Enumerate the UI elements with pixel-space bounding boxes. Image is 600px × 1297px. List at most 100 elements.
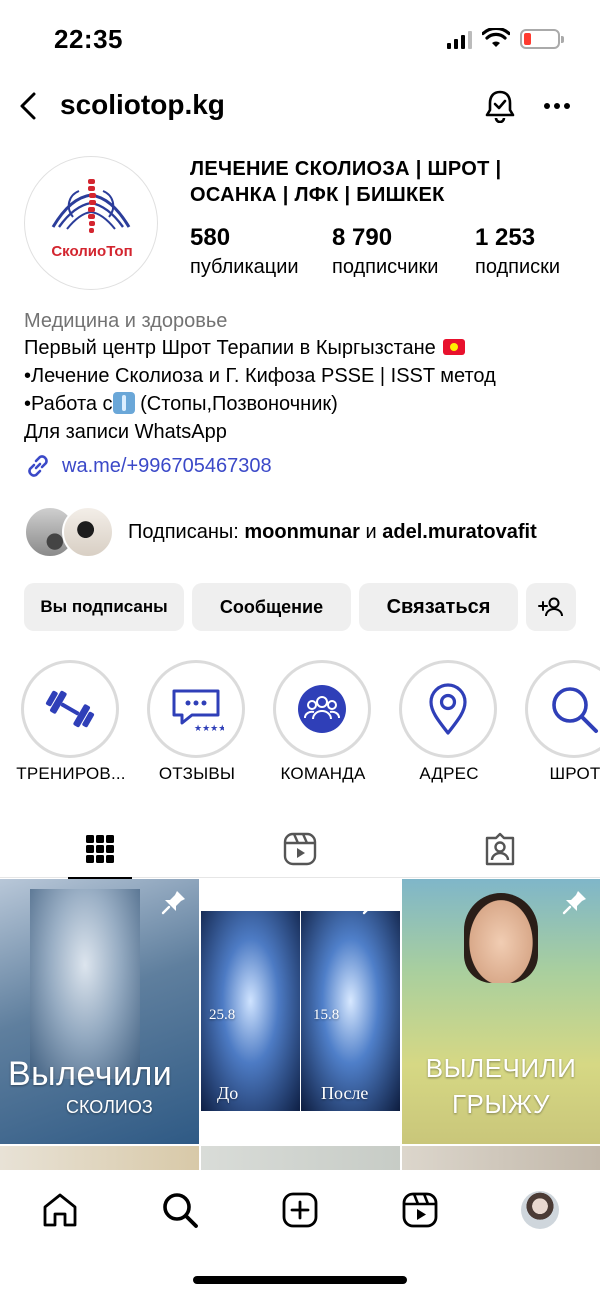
bio-line-text: Первый центр Шрот Терапии в Кыргызстане [24, 337, 436, 359]
pin-icon [562, 891, 586, 915]
nav-create[interactable] [280, 1190, 320, 1230]
followed-user[interactable]: moonmunar [244, 521, 360, 543]
message-button-label: Сообщение [219, 596, 324, 617]
highlight-team[interactable]: КОМАНДА [273, 660, 373, 783]
followed-user[interactable]: adel.muratovafit [382, 521, 536, 543]
followed-by[interactable]: Подписаны: moonmunar и adel.muratovafit [24, 506, 537, 558]
highlight-ring [21, 660, 119, 758]
dumbbell-icon [45, 690, 95, 728]
profile-avatar-small [521, 1191, 559, 1229]
profile-username: scoliotop.kg [60, 89, 225, 120]
post-tile[interactable]: Вылечили сколиоз [0, 879, 199, 1144]
bio-link[interactable]: wa.me/+996705467308 [24, 452, 272, 480]
stat-followers-count: 8 790 [332, 224, 393, 251]
post-measurement: 15.8 [313, 1007, 340, 1023]
highlight-label: ОТЗЫВЫ [158, 764, 236, 783]
nav-profile[interactable] [520, 1190, 560, 1230]
stat-posts-label: публикации [190, 256, 299, 278]
highlight-trainings[interactable]: ТРЕНИРОВ... [16, 660, 126, 783]
following-button[interactable]: Вы подписаны [24, 583, 184, 631]
profile-avatar[interactable]: СколиоТоп [24, 156, 158, 290]
wifi-icon [482, 28, 510, 47]
svg-text:★★★★★: ★★★★★ [194, 724, 224, 734]
highlight-cover: ★★★★★ [154, 667, 238, 751]
bio-line: •Работа с (Стопы,Позвоночник) [24, 390, 584, 418]
add-post-icon [282, 1192, 318, 1228]
highlight-label: АДРЕС [419, 764, 479, 783]
highlight-ring [399, 660, 497, 758]
post-caption: После [321, 1083, 369, 1103]
highlight-label: КОМАНДА [280, 764, 366, 783]
bio-line: Первый центр Шрот Терапии в Кыргызстане [24, 334, 584, 362]
status-time: 22:35 [54, 24, 123, 54]
highlight-cover [532, 667, 600, 751]
post-tile[interactable]: ВЫЛЕЧИЛИ ГРЫЖУ [402, 879, 600, 1144]
highlight-cover [28, 667, 112, 751]
stat-followers-label: подписчики [332, 256, 439, 278]
highlight-ring [273, 660, 371, 758]
back-button[interactable] [8, 86, 48, 126]
highlight-label: ШРОТ [549, 764, 600, 783]
message-button[interactable]: Сообщение [192, 583, 351, 631]
post-image-person [464, 893, 538, 983]
stat-posts-count: 580 [190, 224, 231, 251]
post-caption: ГРЫЖУ [451, 1089, 551, 1119]
highlight-ring [525, 660, 600, 758]
spine-logo-icon [51, 179, 131, 233]
post-caption: сколиоз [66, 1089, 153, 1119]
bottom-navigation [0, 1170, 600, 1250]
kyrgyzstan-flag-icon [443, 339, 466, 355]
post-caption: ВЫЛЕЧИЛИ [425, 1053, 577, 1083]
post-caption: До [217, 1083, 239, 1103]
stat-following[interactable]: 1 253 подписки [475, 224, 560, 282]
suggested-users-button[interactable] [526, 583, 576, 631]
home-icon [43, 1193, 77, 1227]
post-measurement: 25.8 [209, 1007, 236, 1023]
posts-grid: Вылечили сколиоз 25.8 15.8 До После ВЫЛЕ… [0, 879, 600, 1176]
story-highlights: ТРЕНИРОВ... ★★★★★ ОТЗЫВЫ КОМАНДА [0, 660, 600, 790]
tab-posts-grid[interactable] [0, 820, 200, 879]
cellular-signal-icon [447, 29, 472, 49]
status-bar: 22:35 [0, 0, 600, 80]
nav-home[interactable] [40, 1190, 80, 1230]
bell-check-icon [485, 90, 515, 123]
highlight-reviews[interactable]: ★★★★★ ОТЗЫВЫ [147, 660, 247, 783]
link-icon [28, 455, 48, 477]
highlight-cover [406, 667, 490, 751]
highlight-cover [280, 667, 364, 751]
stat-followers[interactable]: 8 790 подписчики [332, 224, 438, 282]
battery-icon [520, 29, 564, 49]
search-icon [163, 1193, 198, 1228]
nav-search[interactable] [160, 1190, 200, 1230]
search-icon [552, 687, 598, 733]
more-options-button[interactable] [537, 86, 577, 126]
location-icon [429, 683, 467, 735]
more-dots-icon [544, 103, 570, 109]
follower-avatar [62, 506, 114, 558]
followed-by-text: Подписаны: moonmunar и adel.muratovafit [128, 521, 537, 544]
highlight-schroth[interactable]: ШРОТ [525, 660, 600, 783]
highlight-label: ТРЕНИРОВ... [16, 764, 126, 783]
home-indicator [193, 1276, 407, 1284]
pin-icon [362, 891, 386, 915]
profile-display-name: ЛЕЧЕНИЕ СКОЛИОЗА | ШРОТ | ОСАНКА | ЛФК |… [190, 158, 502, 206]
avatar-logo-text: СколиоТоп [51, 243, 133, 260]
tab-reels[interactable] [200, 820, 400, 878]
bio-link-text[interactable]: wa.me/+996705467308 [62, 455, 272, 478]
stat-following-count: 1 253 [475, 224, 536, 251]
profile-actions: Вы подписаны Сообщение Связаться [24, 583, 584, 631]
stat-posts[interactable]: 580 публикации [190, 224, 299, 282]
team-icon [298, 685, 346, 733]
xray-icon [112, 392, 135, 414]
bio-line: •Лечение Сколиоза и Г. Кифоза PSSE | ISS… [24, 365, 496, 387]
notifications-button[interactable] [480, 86, 520, 126]
post-tile[interactable]: 25.8 15.8 До После [201, 879, 400, 1144]
profile-header: scoliotop.kg [0, 80, 600, 134]
tab-tagged[interactable] [400, 820, 600, 878]
highlight-address[interactable]: АДРЕС [399, 660, 499, 783]
profile-bio: Медицина и здоровье Первый центр Шрот Те… [24, 308, 584, 446]
stat-following-label: подписки [475, 256, 561, 278]
contact-button[interactable]: Связаться [359, 583, 518, 631]
highlight-ring: ★★★★★ [147, 660, 245, 758]
nav-reels[interactable] [400, 1190, 440, 1230]
